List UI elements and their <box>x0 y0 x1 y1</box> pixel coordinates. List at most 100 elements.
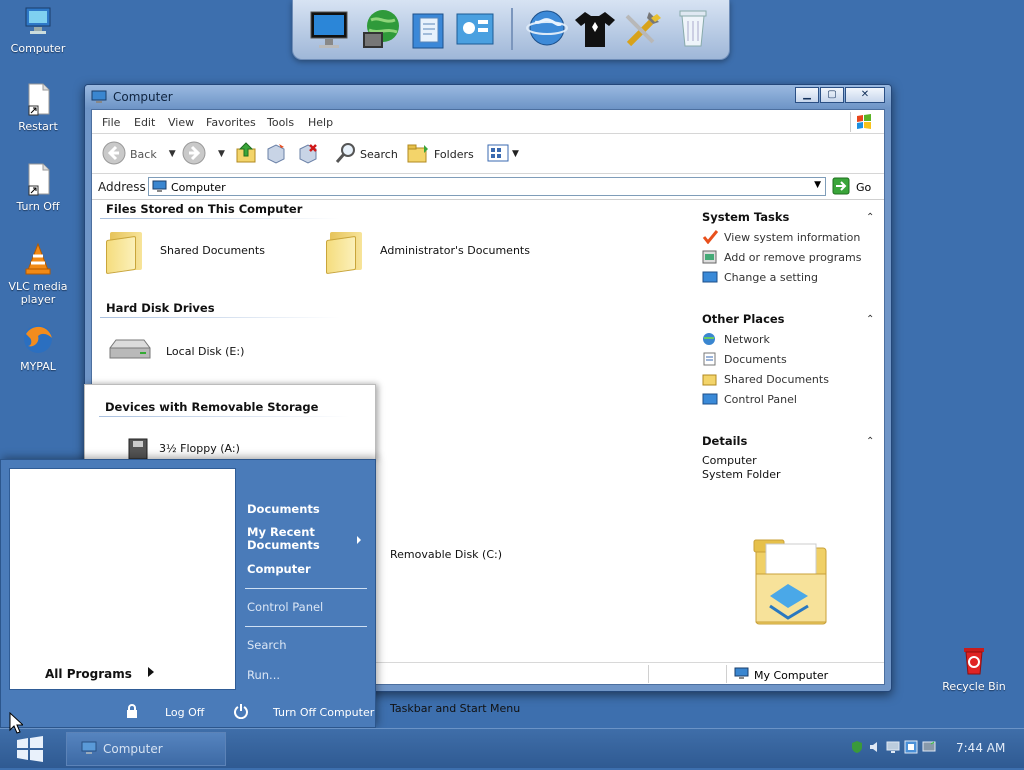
toolbar: Back ▼ ▼ Search Folders ▼ <box>92 134 884 174</box>
details-type: System Folder <box>702 468 781 481</box>
dock-monitor-icon[interactable] <box>307 6 351 52</box>
turn-off-label: Turn Off Computer <box>273 706 375 719</box>
window-titlebar[interactable]: Computer ▁ ▢ ✕ <box>85 85 891 109</box>
collapse-chevron-icon[interactable]: ⌃ <box>866 436 874 447</box>
desktop-icon-label: Recycle Bin <box>942 680 1006 693</box>
folder-icon <box>106 228 148 275</box>
item-label: Removable Disk (C:) <box>390 548 503 561</box>
menu-edit[interactable]: Edit <box>134 116 155 129</box>
dock-network-globe-icon[interactable] <box>525 6 569 52</box>
minimize-button[interactable]: ▁ <box>795 87 819 103</box>
computer-icon <box>81 741 99 758</box>
start-recent-documents[interactable]: My Recent Documents <box>247 526 357 552</box>
start-documents[interactable]: Documents <box>247 502 320 516</box>
address-input[interactable]: Computer ▼ <box>148 177 826 196</box>
desktop-icon-vlc[interactable]: VLC media player <box>0 242 76 306</box>
collapse-chevron-icon[interactable]: ⌃ <box>866 314 874 325</box>
start-menu-footer: Log Off Turn Off Computer <box>1 691 375 727</box>
menu-favorites[interactable]: Favorites <box>206 116 256 129</box>
desktop-icon-mypal[interactable]: MYPAL <box>0 322 76 373</box>
item-floppy[interactable]: 3½ Floppy (A:) <box>123 435 240 462</box>
documents-icon <box>702 352 718 366</box>
menu-file[interactable]: File <box>102 116 120 129</box>
dock-globe-media-icon[interactable] <box>359 6 403 52</box>
task-link-label: View system information <box>724 230 861 244</box>
desktop-icon-computer[interactable]: Computer <box>0 4 76 55</box>
item-label: Local Disk (E:) <box>166 345 245 358</box>
views-dropdown-icon: ▼ <box>512 149 519 159</box>
desktop-icon-recycle-bin[interactable]: Recycle Bin <box>936 642 1012 693</box>
desktop-icon-label: MYPAL <box>20 360 56 373</box>
other-places-title: Other Places <box>702 312 785 326</box>
desktop-icon-turn-off[interactable]: Turn Off <box>0 162 76 213</box>
views-button[interactable]: ▼ <box>486 142 519 166</box>
status-divider <box>726 665 727 683</box>
dock-document-icon[interactable] <box>407 6 451 52</box>
place-shared-documents[interactable]: Shared Documents <box>702 372 829 386</box>
delete-icon <box>296 141 320 168</box>
collapse-chevron-icon[interactable]: ⌃ <box>866 212 874 223</box>
dock-tools-icon[interactable] <box>621 6 665 52</box>
folders-button[interactable]: Folders <box>406 142 474 166</box>
tray-shield-icon[interactable] <box>850 740 864 754</box>
tray-screen-icon[interactable] <box>922 740 936 754</box>
delete-button[interactable] <box>296 142 320 166</box>
system-tasks-title: System Tasks <box>702 210 790 224</box>
desktop-icon-label: Turn Off <box>16 200 60 213</box>
taskbar-item-computer[interactable]: Computer <box>66 732 226 766</box>
hard-disk-icon <box>106 334 154 369</box>
back-button[interactable]: Back ▼ <box>102 141 176 166</box>
go-button[interactable]: Go <box>832 177 871 198</box>
submenu-arrow-icon <box>356 534 362 547</box>
close-button[interactable]: ✕ <box>845 87 885 103</box>
item-administrator-documents[interactable]: Administrator's Documents <box>326 228 530 275</box>
log-off-button[interactable]: Log Off <box>125 703 204 722</box>
menu-tools[interactable]: Tools <box>267 116 294 129</box>
move-to-button[interactable] <box>264 142 288 166</box>
document-shortcut-icon <box>21 162 55 196</box>
item-taskbar-start-menu[interactable]: Taskbar and Start Menu <box>384 702 520 715</box>
task-change-setting[interactable]: Change a setting <box>702 270 818 284</box>
tray-app-icon[interactable] <box>904 740 918 754</box>
dock-settings-icon[interactable] <box>453 6 497 52</box>
turn-off-button[interactable]: Turn Off Computer <box>233 703 374 722</box>
item-local-disk[interactable]: Local Disk (E:) <box>106 334 244 369</box>
search-button[interactable]: Search <box>334 142 398 166</box>
forward-button[interactable]: ▼ <box>182 141 225 166</box>
vlc-cone-icon <box>21 242 55 276</box>
task-view-system-info[interactable]: View system information <box>702 230 861 245</box>
start-computer[interactable]: Computer <box>247 562 311 576</box>
task-add-remove-programs[interactable]: Add or remove programs <box>702 250 862 264</box>
all-programs-button[interactable]: All Programs <box>45 666 156 681</box>
item-label: Administrator's Documents <box>380 243 530 257</box>
maximize-button[interactable]: ▢ <box>820 87 844 103</box>
section-removable: Devices with Removable Storage <box>105 400 319 414</box>
start-menu: All Programs Documents My Recent Documen… <box>0 459 376 728</box>
dock-recycle-bin-icon[interactable] <box>671 6 715 52</box>
start-control-panel[interactable]: Control Panel <box>247 600 323 614</box>
dock-separator <box>511 8 513 50</box>
start-menu-programs-pane <box>9 468 236 690</box>
dock-tshirt-icon[interactable] <box>573 6 617 52</box>
address-dropdown-icon[interactable]: ▼ <box>814 180 821 190</box>
tray-network-icon[interactable] <box>886 740 900 754</box>
menu-view[interactable]: View <box>168 116 194 129</box>
tray-volume-icon[interactable] <box>868 740 882 754</box>
start-search[interactable]: Search <box>247 638 287 652</box>
desktop-icon-label: Restart <box>18 120 58 133</box>
place-network[interactable]: Network <box>702 332 770 346</box>
status-location-label: My Computer <box>754 668 829 682</box>
up-folder-button[interactable] <box>234 141 258 166</box>
taskbar-clock[interactable]: 7:44 AM <box>956 741 1005 755</box>
computer-icon <box>152 180 168 196</box>
menu-help[interactable]: Help <box>308 116 333 129</box>
lock-icon <box>125 703 139 722</box>
desktop-icon-restart[interactable]: Restart <box>0 82 76 133</box>
forward-dropdown-icon[interactable]: ▼ <box>218 149 225 159</box>
back-dropdown-icon[interactable]: ▼ <box>169 149 176 159</box>
item-removable-disk[interactable]: Removable Disk (C:) <box>384 548 502 561</box>
place-documents[interactable]: Documents <box>702 352 787 366</box>
place-control-panel[interactable]: Control Panel <box>702 392 797 406</box>
item-shared-documents[interactable]: Shared Documents <box>106 228 265 275</box>
start-run[interactable]: Run... <box>247 668 280 682</box>
